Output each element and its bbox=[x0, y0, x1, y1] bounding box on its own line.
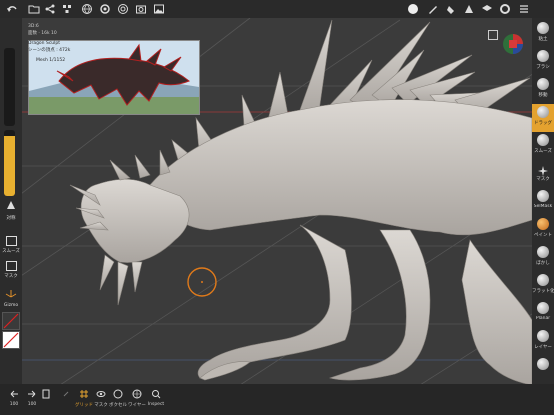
paint-bucket-icon[interactable] bbox=[445, 2, 459, 16]
tool-label: フラット化 bbox=[532, 289, 554, 294]
tool-smooth[interactable]: スムーズ bbox=[532, 132, 554, 160]
info-line-2: 面数 · 16k 10 bbox=[28, 31, 57, 36]
link-icon bbox=[63, 391, 69, 397]
gizmo-icon bbox=[5, 290, 17, 298]
info-line-4: シーンの頂点 : 472k bbox=[28, 48, 71, 53]
tool-label: ペイント bbox=[534, 233, 552, 238]
secondary-color-swatch[interactable] bbox=[2, 331, 20, 349]
tool-brush[interactable]: ブラシ bbox=[532, 48, 554, 76]
orientation-cube[interactable] bbox=[502, 33, 524, 55]
left-tool-smooth[interactable]: スムーズ bbox=[0, 236, 22, 258]
folder-icon[interactable] bbox=[27, 2, 41, 16]
info-line-3: Dragon Sculpt bbox=[28, 41, 61, 46]
pen-icon[interactable] bbox=[426, 2, 440, 16]
move-icon bbox=[537, 78, 549, 90]
size-slider[interactable] bbox=[4, 48, 15, 126]
inspect-icon bbox=[152, 390, 161, 399]
voxel-icon bbox=[113, 389, 123, 399]
drag-icon bbox=[537, 106, 549, 118]
tool-paint[interactable]: ペイント bbox=[532, 216, 554, 244]
tool-label: マスク bbox=[536, 177, 550, 182]
inspect-label: Inspect bbox=[147, 402, 165, 407]
wireframe-button[interactable]: ワイヤー bbox=[127, 387, 147, 413]
tool-planar[interactable]: Planar bbox=[532, 300, 554, 328]
tool-blur[interactable]: ぼかし bbox=[532, 244, 554, 272]
tool-label: レイヤー bbox=[534, 345, 552, 350]
layers-icon[interactable] bbox=[480, 2, 494, 16]
symmetry-toggle[interactable]: 対称 bbox=[0, 196, 22, 221]
planar-icon bbox=[537, 302, 549, 314]
link-button[interactable] bbox=[56, 387, 76, 413]
tool-label: ドラッグ bbox=[534, 121, 552, 126]
tool-move[interactable]: 移動 bbox=[532, 76, 554, 104]
undo-icon bbox=[10, 390, 18, 398]
voxel-button[interactable]: ボクセル bbox=[108, 387, 128, 413]
layer-icon bbox=[537, 330, 549, 342]
camera-icon[interactable] bbox=[134, 2, 148, 16]
info-line-1: 3D:6 bbox=[28, 24, 39, 29]
globe-icon[interactable] bbox=[80, 2, 94, 16]
tool-flatten[interactable]: フラット化 bbox=[532, 272, 554, 300]
symmetry-icon[interactable] bbox=[462, 2, 476, 16]
settings-icon[interactable] bbox=[98, 2, 112, 16]
right-tool-sidebar: 粘土 ブラシ 移動 ドラッグ スムーズ マスク SelMask ペイント ぼかし… bbox=[532, 18, 554, 384]
tool-selmask[interactable]: SelMask bbox=[532, 188, 554, 216]
tool-label: SelMask bbox=[533, 204, 553, 209]
smooth-icon bbox=[5, 236, 17, 246]
left-sidebar: 対称 スムーズ マスク Gizmo bbox=[0, 18, 22, 384]
left-tool-label: マスク bbox=[4, 274, 18, 279]
material-icon[interactable] bbox=[406, 2, 420, 16]
tool-drag[interactable]: ドラッグ bbox=[532, 104, 554, 132]
mask-icon bbox=[5, 261, 17, 271]
left-tool-mask[interactable]: マスク bbox=[0, 261, 22, 283]
smooth-icon bbox=[537, 134, 549, 146]
fullscreen-icon[interactable] bbox=[488, 30, 498, 40]
gear-icon[interactable] bbox=[498, 2, 512, 16]
symmetry-icon bbox=[7, 201, 15, 209]
inspect-button[interactable]: Inspect bbox=[146, 387, 166, 413]
brush-icon bbox=[537, 50, 549, 62]
left-tool-label: Gizmo bbox=[3, 303, 19, 308]
paint-icon bbox=[537, 218, 549, 230]
scene-icon[interactable] bbox=[60, 2, 74, 16]
intensity-slider[interactable] bbox=[4, 130, 15, 196]
tool-label: 移動 bbox=[538, 93, 548, 98]
back-icon[interactable] bbox=[5, 2, 19, 16]
tool-extra[interactable] bbox=[532, 356, 554, 384]
image-icon[interactable] bbox=[152, 2, 166, 16]
flatten-icon bbox=[537, 274, 549, 286]
mask-icon bbox=[537, 162, 549, 176]
undo-button[interactable]: 100 bbox=[4, 387, 24, 413]
intensity-slider-fill bbox=[4, 136, 15, 196]
wire-icon bbox=[132, 389, 142, 399]
eye-icon bbox=[96, 391, 106, 397]
blur-icon bbox=[537, 246, 549, 258]
symmetry-label: 対称 bbox=[6, 216, 16, 221]
info-line-5: Mesh 1/1152 bbox=[36, 58, 66, 63]
app-root: 3D:6 面数 · 16k 10 Dragon Sculpt シーンの頂点 : … bbox=[0, 0, 554, 415]
tool-mask[interactable]: マスク bbox=[532, 160, 554, 188]
menu-icon[interactable] bbox=[517, 2, 531, 16]
left-tool-label: スムーズ bbox=[2, 249, 20, 254]
left-tool-gizmo[interactable]: Gizmo bbox=[0, 284, 22, 308]
tool-label: ブラシ bbox=[536, 65, 550, 70]
extra-tool-icon bbox=[537, 358, 549, 370]
tool-label: 粘土 bbox=[538, 37, 548, 42]
share-icon[interactable] bbox=[43, 2, 57, 16]
tool-label: スムーズ bbox=[534, 149, 552, 154]
tool-label: ぼかし bbox=[536, 261, 550, 266]
file-button[interactable] bbox=[36, 387, 56, 413]
file-icon bbox=[42, 389, 50, 399]
tool-layer[interactable]: レイヤー bbox=[532, 328, 554, 356]
top-toolbar bbox=[0, 0, 554, 18]
tool-clay[interactable]: 粘土 bbox=[532, 20, 554, 48]
bottom-toolbar: 100 100 グリッド マスク ボクセル ワイヤー Inspect bbox=[0, 384, 554, 415]
target-icon[interactable] bbox=[116, 2, 130, 16]
grid-icon bbox=[80, 390, 88, 398]
clay-icon bbox=[537, 22, 549, 34]
tool-label: Planar bbox=[535, 316, 551, 321]
primary-color-swatch[interactable] bbox=[2, 312, 20, 330]
selmask-icon bbox=[537, 190, 549, 202]
